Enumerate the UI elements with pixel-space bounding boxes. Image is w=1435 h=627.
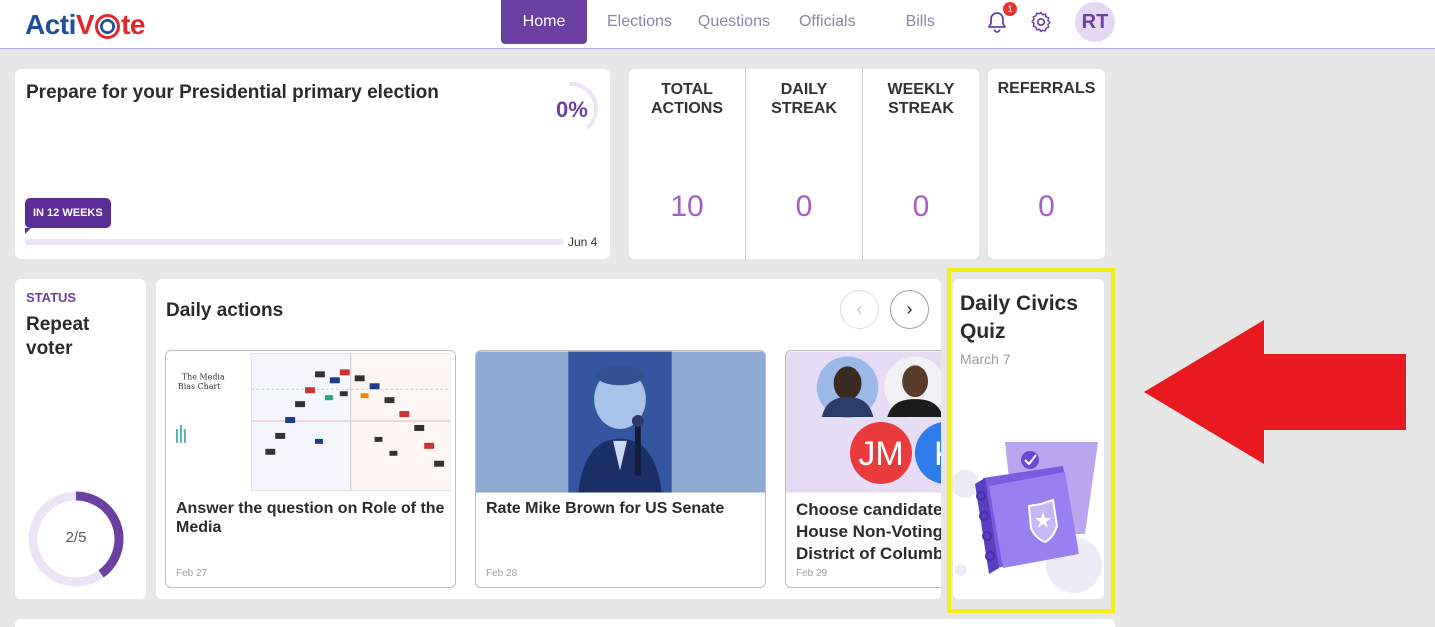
action-date: Feb 27 (176, 568, 208, 579)
image-text: The Media (182, 372, 225, 381)
weeks-remaining-tag: IN 12 WEEKS (25, 198, 111, 234)
election-percent: 0% (556, 97, 588, 122)
chevron-left-icon: ‹ (856, 299, 863, 319)
notification-badge: 1 (1003, 2, 1017, 16)
main-nav: Home Elections Questions Officials Bills (501, 0, 935, 44)
avatar-initials-k: K (934, 435, 941, 473)
election-date: Jun 4 (568, 235, 598, 249)
election-prep-card[interactable]: Prepare for your Presidential primary el… (15, 69, 610, 259)
nav-bills[interactable]: Bills (906, 13, 935, 31)
status-card[interactable]: STATUS Repeat voter 2/5 (15, 279, 146, 599)
stat-label: WEEKLY STREAK (887, 81, 955, 117)
action-date: Feb 28 (486, 568, 518, 579)
action-card-media[interactable]: The Media Bias Chart Answer the question… (165, 350, 456, 588)
activote-logo[interactable]: Acti V te (25, 5, 145, 45)
logo-text-right: te (121, 9, 145, 40)
stat-daily-streak[interactable]: DAILY STREAK 0 (745, 69, 862, 259)
election-progress-track (25, 239, 564, 245)
status-progress-text: 2/5 (65, 529, 87, 546)
gear-icon[interactable] (1029, 10, 1053, 34)
highlight-box (947, 268, 1115, 613)
stat-label: TOTAL ACTIONS (651, 81, 723, 117)
referrals-value: 0 (1038, 190, 1055, 223)
status-value: Repeat voter (26, 314, 90, 359)
stat-weekly-streak[interactable]: WEEKLY STREAK 0 (862, 69, 979, 259)
stat-value: 0 (795, 190, 813, 223)
status-label: STATUS (26, 290, 77, 305)
logo-seal-icon (95, 13, 121, 39)
top-navigation-bar: Acti V te Home Elections Questions Offic… (0, 0, 1435, 49)
referrals-label: REFERRALS (997, 80, 1096, 97)
nav-elections[interactable]: Elections (607, 13, 672, 31)
carousel-next-button[interactable]: › (890, 290, 929, 329)
stat-total-actions[interactable]: TOTAL ACTIONS 10 (629, 69, 745, 259)
bottom-card (15, 619, 1115, 627)
action-card-rate-candidate[interactable]: Rate Mike Brown for US Senate Feb 28 (475, 350, 766, 588)
candidate-photo-image (476, 351, 765, 493)
red-arrow-annotation (1144, 320, 1406, 464)
logo-text-left: Acti (25, 9, 76, 40)
stat-label: DAILY STREAK (771, 81, 837, 117)
election-title: Prepare for your Presidential primary el… (26, 82, 439, 103)
media-bias-chart-image: The Media Bias Chart (166, 351, 455, 493)
stats-card: TOTAL ACTIONS 10 DAILY STREAK 0 WEEKLY STRE… (629, 69, 979, 259)
daily-actions-card: Daily actions ‹ › The Media Bias Chart A… (156, 279, 941, 599)
image-text: Bias Chart (178, 382, 221, 391)
logo-v: V (75, 9, 95, 40)
carousel-prev-button[interactable]: ‹ (840, 290, 879, 329)
avatar-initials-jm: JM (858, 435, 903, 473)
nav-home[interactable]: Home (501, 0, 587, 44)
action-text: Answer the question on Role of the Media (176, 500, 445, 536)
stat-value: 0 (912, 190, 930, 223)
action-card-choose-candidate[interactable]: JM K Choose candidate House Non-Voting D… (785, 350, 941, 588)
stat-value: 10 (670, 190, 704, 223)
action-date: Feb 29 (796, 568, 828, 579)
user-avatar[interactable]: RT (1075, 2, 1115, 42)
daily-actions-title: Daily actions (166, 300, 284, 321)
nav-officials[interactable]: Officials (799, 13, 856, 31)
nav-questions[interactable]: Questions (698, 13, 770, 31)
referrals-card[interactable]: REFERRALS 0 (988, 69, 1105, 259)
action-text: Rate Mike Brown for US Senate (486, 500, 725, 517)
action-text: Choose candidate House Non-Voting Distri… (796, 500, 941, 563)
candidate-initials-avatars: JM K (850, 422, 941, 484)
chevron-right-icon: › (906, 299, 913, 319)
